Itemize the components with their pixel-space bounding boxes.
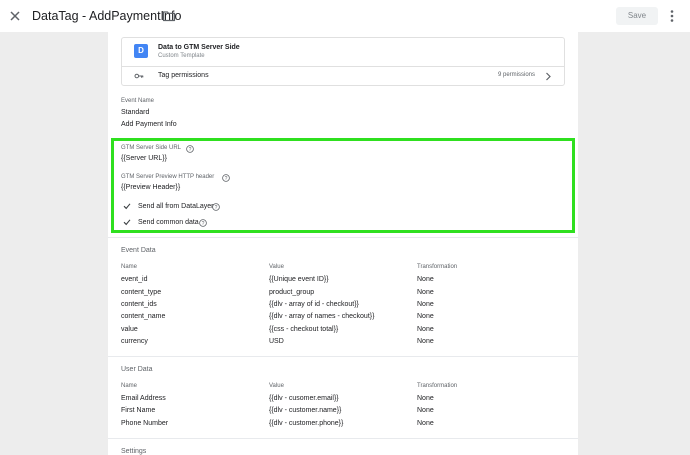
row-value: {{dlv - array of id - checkout}} [269,301,359,308]
folder-icon[interactable] [162,9,176,23]
row-transformation: None [417,276,434,283]
column-header-transformation: Transformation [417,264,458,270]
event-name-value[interactable]: Add Payment Info [121,121,177,128]
help-icon[interactable]: ? [199,219,207,227]
svg-text:?: ? [189,147,192,153]
gtm-url-label: GTM Server Side URL [121,145,182,151]
key-icon [134,73,144,79]
row-transformation: None [417,289,434,296]
column-header-value: Value [269,383,284,389]
row-transformation: None [417,338,434,345]
send-all-datalayer-label[interactable]: Send all from DataLayer [138,203,213,210]
page-title: DataTag - AddPaymentInfo [32,9,182,23]
tag-permissions-row[interactable]: Tag permissions 9 permissions [122,67,564,86]
svg-text:?: ? [225,176,228,182]
row-name: First Name [121,407,156,414]
save-button[interactable]: Save [616,7,658,25]
svg-text:?: ? [202,221,205,227]
row-transformation: None [417,395,434,402]
row-value: product_group [269,289,315,296]
close-icon[interactable] [7,8,23,24]
divider [108,237,578,238]
template-logo-icon: D [134,44,148,58]
help-icon[interactable]: ? [222,174,230,182]
template-name: Data to GTM Server Side [158,44,240,51]
row-value: {{dlv - array of names - checkout}} [269,313,375,320]
template-subtitle: Custom Template [158,53,205,59]
help-icon[interactable]: ? [212,203,220,211]
row-name: Phone Number [121,420,169,427]
event-data-title: Event Data [121,247,156,254]
row-value: {{Unique event ID}} [269,276,329,283]
column-header-value: Value [269,264,284,270]
row-name: content_type [121,289,162,296]
row-value: USD [269,338,284,345]
row-transformation: None [417,301,434,308]
event-name-label: Event Name [121,98,155,104]
chevron-right-icon [546,72,551,81]
help-icon[interactable]: ? [186,145,194,153]
gtm-url-value[interactable]: {{Server URL}} [121,155,167,162]
row-transformation: None [417,313,434,320]
row-name: event_id [121,276,148,283]
row-name: Email Address [121,395,166,402]
send-common-data-label[interactable]: Send common data [138,219,199,226]
preview-header-value[interactable]: {{Preview Header}} [121,184,180,191]
row-value: {{dlv - customer.name}} [269,407,342,414]
divider [108,356,578,357]
row-transformation: None [417,420,434,427]
row-value: {{dlv - customer.phone}} [269,420,344,427]
row-name: value [121,326,138,333]
top-bar: DataTag - AddPaymentInfo Save [0,0,690,32]
row-name: currency [121,338,148,345]
settings-title: Settings [121,448,147,455]
tag-template-row[interactable]: D Data to GTM Server Side Custom Templat… [122,38,564,66]
event-name-type[interactable]: Standard [121,109,149,116]
preview-header-label: GTM Server Preview HTTP header [121,174,215,180]
user-data-title: User Data [121,366,153,373]
permissions-label: Tag permissions [158,72,209,79]
more-vert-icon[interactable] [664,8,680,24]
row-value: {{css - checkout total}} [269,326,339,333]
svg-text:?: ? [215,205,218,211]
row-value: {{dlv - cusomer.email}} [269,395,339,402]
divider [108,438,578,439]
row-transformation: None [417,407,434,414]
column-header-transformation: Transformation [417,383,458,389]
row-name: content_ids [121,301,157,308]
check-icon[interactable] [123,218,131,226]
check-icon[interactable] [123,202,131,210]
tag-template-box: D Data to GTM Server Side Custom Templat… [121,37,565,86]
column-header-name: Name [121,264,138,270]
row-transformation: None [417,326,434,333]
row-name: content_name [121,313,166,320]
column-header-name: Name [121,383,138,389]
permissions-count: 9 permissions [497,72,535,78]
tag-config-card: D Data to GTM Server Side Custom Templat… [108,32,578,455]
